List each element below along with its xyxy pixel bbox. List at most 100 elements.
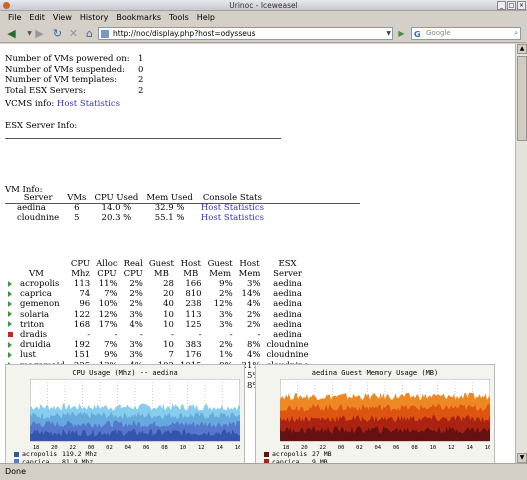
graph-title: CPU Usage (Mhz) -- aedina [72, 369, 178, 377]
home-icon[interactable]: ⌂ [82, 26, 97, 41]
table-cell: 2% [246, 319, 261, 330]
graph-plot: 18 20 22 00 02 04 06 08 10 12 14 16 [280, 379, 490, 451]
table-cell: 12% [213, 299, 233, 310]
forward-arrow-icon[interactable]: ▶ [32, 26, 47, 41]
search-input[interactable]: G Google ⌕ [411, 27, 521, 40]
host-statistics-link[interactable]: Host Statistics [197, 213, 268, 223]
vm-name-cell: dradis [5, 330, 68, 340]
vm-name: dradis [20, 330, 48, 341]
guest-memory-usage-graph: aedina Guest Memory Usage (MB) 18 20 22 00 0… [255, 364, 495, 463]
divider [5, 203, 360, 204]
table-cell: 10 [163, 319, 174, 330]
x-tick-label: 02 [356, 445, 363, 451]
vm-name: gemenon [20, 299, 60, 310]
scroll-down-icon[interactable]: ▼ [517, 453, 527, 463]
x-tick-label: 06 [143, 445, 150, 451]
x-tick-label: 12 [198, 445, 205, 451]
x-tick-label: 10 [180, 445, 187, 451]
x-tick-label: 10 [430, 445, 437, 451]
stop-icon[interactable]: ✕ [66, 26, 81, 41]
table-cell: 4% [246, 299, 261, 310]
navigation-toolbar: ◀ ▼ ▶ ↻ ✕ ⌂ http://noc/display.php?host=… [0, 24, 527, 43]
menu-help[interactable]: Help [193, 11, 219, 24]
table-cell: cloudnine [266, 340, 309, 351]
status-bar: Done [0, 463, 527, 480]
menu-bookmarks[interactable]: Bookmarks [112, 11, 165, 24]
summary-row: Number of VM templates: 2 [5, 75, 144, 85]
powered-on-icon [8, 321, 12, 328]
summary-row: Number of VMs powered on: 1 [5, 54, 144, 64]
host-statistics-link[interactable]: Host Statistics [197, 203, 268, 213]
column-header: Alloc CPU [96, 259, 118, 279]
x-tick-label: 16 [235, 445, 240, 451]
close-icon[interactable]: × [517, 1, 526, 10]
table-cell: aedina [273, 289, 302, 300]
table-cell: - [139, 330, 143, 341]
table-cell: - [198, 330, 202, 341]
table-cell: 810 [185, 289, 202, 300]
scrollbar-thumb[interactable] [517, 56, 527, 141]
maximize-icon[interactable]: □ [507, 1, 516, 10]
x-tick-label: 04 [125, 445, 132, 451]
table-row: solaria 122 12% 3% 10 113 3% 2% aedina [5, 310, 312, 320]
vm-name-cell: druidia [5, 340, 68, 350]
vm-name-cell: caprica [5, 289, 68, 299]
table-cell: cloudnine [266, 350, 309, 361]
table-cell: 10 [163, 340, 174, 351]
x-tick-label: 14 [466, 445, 473, 451]
vertical-scrollbar[interactable]: ▲ ▼ [515, 44, 527, 463]
scroll-up-icon[interactable]: ▲ [517, 44, 527, 54]
table-cell: 383 [185, 340, 202, 351]
vcms-host-statistics-link[interactable]: Host Statistics [57, 99, 120, 109]
table-cell: - [257, 330, 261, 341]
divider [5, 138, 281, 139]
graph-legend: acropolis27 MBcaprica9 MBdradis0 MB [264, 450, 332, 463]
vm-name: solaria [20, 309, 50, 320]
table-row: acropolis 113 11% 2% 28 166 9% 3% aedina [5, 279, 312, 289]
url-dropdown-icon[interactable]: ▼ [386, 28, 391, 39]
table-cell: 7% [104, 289, 118, 300]
menu-history[interactable]: History [76, 11, 112, 24]
column-header: Guest Mem [207, 259, 233, 279]
table-row: lust 151 9% 3% 7 176 1% 4% cloudnine [5, 350, 312, 360]
url-text: http://noc/display.php?host=odysseus [113, 29, 256, 38]
menu-file[interactable]: File [4, 11, 25, 24]
table-cell: 96 [79, 299, 91, 310]
table-cell: 7 [168, 350, 174, 361]
table-cell: - [114, 330, 118, 341]
page-favicon-icon [101, 30, 109, 38]
graph-legend: acropolis119.2 Mhzcaprica81.9 Mhzdradis0… [14, 450, 97, 463]
menu-tools[interactable]: Tools [165, 11, 193, 24]
table-cell: 2% [219, 289, 233, 300]
table-cell: 3% [246, 279, 261, 289]
table-cell: 4% [129, 319, 143, 330]
table-cell: 3% [219, 319, 233, 330]
esx-server-table: Server VMs CPU Used Mem Used Console Sta… [13, 193, 268, 223]
go-arrow-icon[interactable]: ▶ [396, 28, 407, 39]
window-titlebar: Urinoc - Iceweasel _ □ × [0, 0, 527, 11]
minimize-icon[interactable]: _ [497, 1, 506, 10]
table-cell: 2% [246, 309, 261, 320]
column-header: ESX Server [273, 259, 302, 279]
powered-off-icon [8, 332, 13, 338]
url-bar[interactable]: http://noc/display.php?host=odysseus ▼ [98, 27, 393, 40]
table-cell: 238 [185, 299, 202, 310]
powered-on-icon [8, 280, 12, 287]
powered-on-icon [8, 311, 12, 318]
search-icon[interactable]: ⌕ [514, 28, 518, 39]
menu-view[interactable]: View [49, 11, 76, 24]
google-search-engine-icon[interactable]: G [414, 29, 421, 40]
vm-name-cell: acropolis [5, 279, 68, 289]
column-header: Real CPU [123, 259, 143, 279]
menu-edit[interactable]: Edit [25, 11, 49, 24]
vm-summary: Number of VMs powered on: 1 Number of VMs… [5, 54, 143, 96]
back-arrow-icon[interactable]: ◀ [4, 26, 19, 41]
vm-name: triton [20, 319, 45, 330]
x-tick-label: 04 [375, 445, 382, 451]
table-cell: 28 [163, 279, 174, 289]
reload-icon[interactable]: ↻ [50, 26, 65, 41]
table-cell: 12% [98, 309, 118, 320]
graph-title: aedina Guest Memory Usage (MB) [311, 369, 439, 377]
summary-row: Total ESX Servers: 2 [5, 85, 144, 96]
table-cell: aedina [273, 309, 302, 320]
